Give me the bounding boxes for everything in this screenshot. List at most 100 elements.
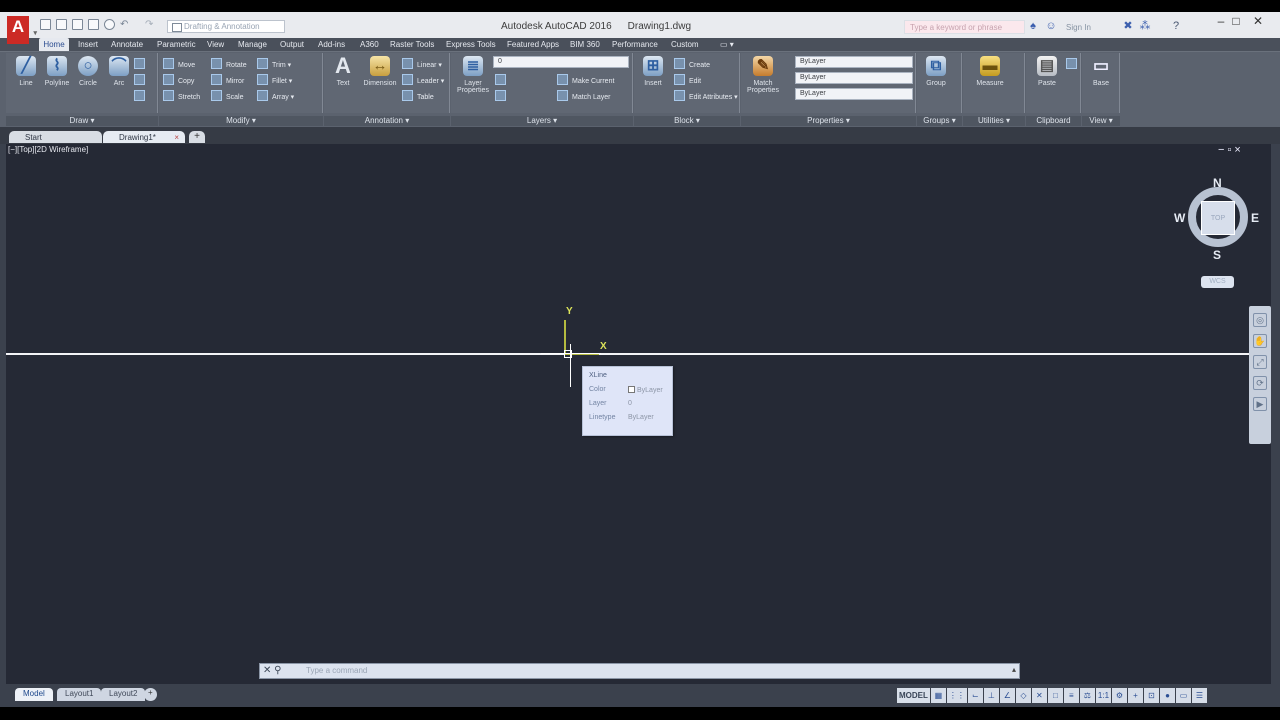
tab-output[interactable]: Output bbox=[280, 38, 304, 51]
xline-construction-line[interactable] bbox=[6, 353, 1264, 355]
tab-featured-apps[interactable]: Featured Apps bbox=[507, 38, 559, 51]
new-tab-plus-icon[interactable]: + bbox=[189, 131, 205, 143]
properties-panel-title[interactable]: Properties ▾ bbox=[741, 116, 916, 126]
start-tab[interactable]: Start bbox=[9, 131, 102, 143]
ellipse-icon[interactable] bbox=[134, 90, 149, 101]
showmotion-icon[interactable]: ▶ bbox=[1253, 397, 1267, 411]
tab-add-ins[interactable]: Add-ins bbox=[318, 38, 345, 51]
units-icon[interactable]: ⊡ bbox=[1144, 688, 1160, 703]
clean-screen-icon[interactable]: ▭ bbox=[1176, 688, 1192, 703]
help-icon[interactable]: ? bbox=[1169, 20, 1183, 33]
model-layout-tab[interactable]: Model bbox=[15, 688, 53, 701]
measure-tool[interactable]: ▬ Measure bbox=[969, 56, 1011, 104]
rotate-tool[interactable]: Rotate bbox=[211, 58, 247, 69]
new-file-icon[interactable] bbox=[40, 19, 51, 30]
workspace-selector[interactable]: Drafting & Annotation bbox=[167, 20, 285, 33]
compass-north[interactable]: N bbox=[1213, 176, 1222, 190]
command-input[interactable]: Type a command bbox=[306, 666, 367, 675]
model-space-button[interactable]: MODEL bbox=[897, 688, 930, 703]
table-tool[interactable]: Table bbox=[402, 90, 434, 101]
viewcube-top-face[interactable]: TOP bbox=[1201, 201, 1235, 235]
orbit-icon[interactable]: ⟳ bbox=[1253, 376, 1267, 390]
trim-tool[interactable]: Trim ▾ bbox=[257, 58, 291, 69]
tab-manage[interactable]: Manage bbox=[238, 38, 267, 51]
close-icon[interactable]: ✕ bbox=[1250, 15, 1266, 29]
match-layer-tool[interactable]: Match Layer bbox=[557, 90, 611, 101]
tab-insert[interactable]: Insert bbox=[78, 38, 98, 51]
command-history-icon[interactable]: ▴ bbox=[1012, 665, 1016, 674]
tab-view[interactable]: View bbox=[207, 38, 224, 51]
compass-west[interactable]: W bbox=[1174, 211, 1185, 225]
text-tool[interactable]: A Text bbox=[326, 55, 360, 104]
mirror-tool[interactable]: Mirror bbox=[211, 74, 244, 85]
tab-performance[interactable]: Performance bbox=[612, 38, 658, 51]
compass-south[interactable]: S bbox=[1213, 248, 1221, 262]
tab-home[interactable]: Home bbox=[39, 38, 69, 51]
command-line[interactable]: ✕ ⚲ Type a command ▴ bbox=[259, 663, 1020, 679]
copy-tool[interactable]: Copy bbox=[163, 74, 194, 85]
annotation-monitor-icon[interactable]: + bbox=[1128, 688, 1144, 703]
make-current-tool[interactable]: Make Current bbox=[557, 74, 614, 85]
array-tool[interactable]: Array ▾ bbox=[257, 90, 294, 101]
pan-hand-icon[interactable]: ✋ bbox=[1253, 334, 1267, 348]
tab-raster-tools[interactable]: Raster Tools bbox=[390, 38, 434, 51]
tab-parametric[interactable]: Parametric bbox=[157, 38, 196, 51]
save-as-icon[interactable] bbox=[88, 19, 99, 30]
layers-panel-title[interactable]: Layers ▾ bbox=[451, 116, 633, 126]
polar-tracking-icon[interactable]: ∠ bbox=[999, 688, 1015, 703]
paste-tool[interactable]: ▤ Paste bbox=[1030, 56, 1064, 104]
close-tab-icon[interactable]: × bbox=[174, 133, 179, 142]
arc-tool[interactable]: ⌒ Arc bbox=[102, 56, 136, 104]
lineweight-dropdown[interactable]: ByLayer bbox=[795, 88, 913, 100]
tab-express-tools[interactable]: Express Tools bbox=[446, 38, 496, 51]
layer-freeze-icons[interactable] bbox=[495, 90, 510, 101]
workspace-gear-icon[interactable]: ⚙ bbox=[1112, 688, 1128, 703]
command-line-close-icon[interactable]: ✕ ⚲ bbox=[263, 665, 281, 676]
maximize-icon[interactable]: □ bbox=[1228, 15, 1244, 29]
ribbon-minimize-icon[interactable]: ▭ ▾ bbox=[720, 38, 734, 51]
move-tool[interactable]: Move bbox=[163, 58, 195, 69]
line-tool[interactable]: ╱ Line bbox=[9, 56, 43, 104]
save-icon[interactable] bbox=[72, 19, 83, 30]
layer-state-icons[interactable] bbox=[495, 74, 510, 85]
create-block-tool[interactable]: Create bbox=[674, 58, 710, 69]
viewport-window-controls[interactable]: − ▫ × bbox=[1218, 144, 1263, 156]
viewcube[interactable]: TOP N S E W bbox=[1174, 176, 1259, 262]
hatch-icon[interactable] bbox=[134, 74, 149, 85]
exchange-apps-icon[interactable]: ✖ bbox=[1121, 20, 1135, 33]
groups-panel-title[interactable]: Groups ▾ bbox=[917, 116, 962, 126]
block-panel-title[interactable]: Block ▾ bbox=[634, 116, 740, 126]
utilities-panel-title[interactable]: Utilities ▾ bbox=[963, 116, 1025, 126]
tab-bim-360[interactable]: BIM 360 bbox=[570, 38, 600, 51]
polyline-tool[interactable]: ⌇ Polyline bbox=[40, 56, 74, 104]
linear-dim-tool[interactable]: Linear ▾ bbox=[402, 58, 442, 69]
isolate-objects-icon[interactable]: ● bbox=[1160, 688, 1176, 703]
insert-block-tool[interactable]: ⊞ Insert bbox=[636, 56, 670, 104]
steering-wheel-icon[interactable]: ◎ bbox=[1253, 313, 1267, 327]
layer-properties-tool[interactable]: ≣ Layer Properties bbox=[453, 56, 493, 104]
grid-icon[interactable]: ▦ bbox=[930, 688, 946, 703]
group-tool[interactable]: ⧉ Group bbox=[919, 56, 953, 104]
add-layout-icon[interactable]: + bbox=[144, 688, 157, 701]
dimension-tool[interactable]: ↔ Dimension bbox=[360, 56, 400, 104]
tab-custom[interactable]: Custom bbox=[671, 38, 699, 51]
customization-menu-icon[interactable]: ☰ bbox=[1192, 688, 1208, 703]
undo-icon[interactable]: ↶ bbox=[120, 19, 131, 30]
tab-annotate[interactable]: Annotate bbox=[111, 38, 143, 51]
object-snap-tracking-icon[interactable]: ✕ bbox=[1031, 688, 1047, 703]
cut-icon[interactable] bbox=[1066, 58, 1081, 69]
color-dropdown[interactable]: ByLayer bbox=[795, 56, 913, 68]
viewport-controls-label[interactable]: [−][Top][2D Wireframe] bbox=[8, 145, 88, 154]
layer-dropdown[interactable]: 0 bbox=[493, 56, 629, 68]
linetype-dropdown[interactable]: ByLayer bbox=[795, 72, 913, 84]
clipboard-panel-title[interactable]: Clipboard bbox=[1026, 116, 1081, 126]
view-panel-title[interactable]: View ▾ bbox=[1082, 116, 1120, 126]
wcs-menu[interactable]: WCS bbox=[1201, 276, 1234, 288]
match-properties-tool[interactable]: ✎ Match Properties bbox=[743, 56, 783, 104]
draw-panel-title[interactable]: Draw ▾ bbox=[6, 116, 158, 126]
search-input[interactable]: Type a keyword or phrase bbox=[904, 20, 1025, 34]
compass-east[interactable]: E bbox=[1251, 211, 1259, 225]
leader-tool[interactable]: Leader ▾ bbox=[402, 74, 444, 85]
redo-icon[interactable]: ↷ bbox=[145, 19, 156, 30]
rectangle-icon[interactable] bbox=[134, 58, 149, 69]
